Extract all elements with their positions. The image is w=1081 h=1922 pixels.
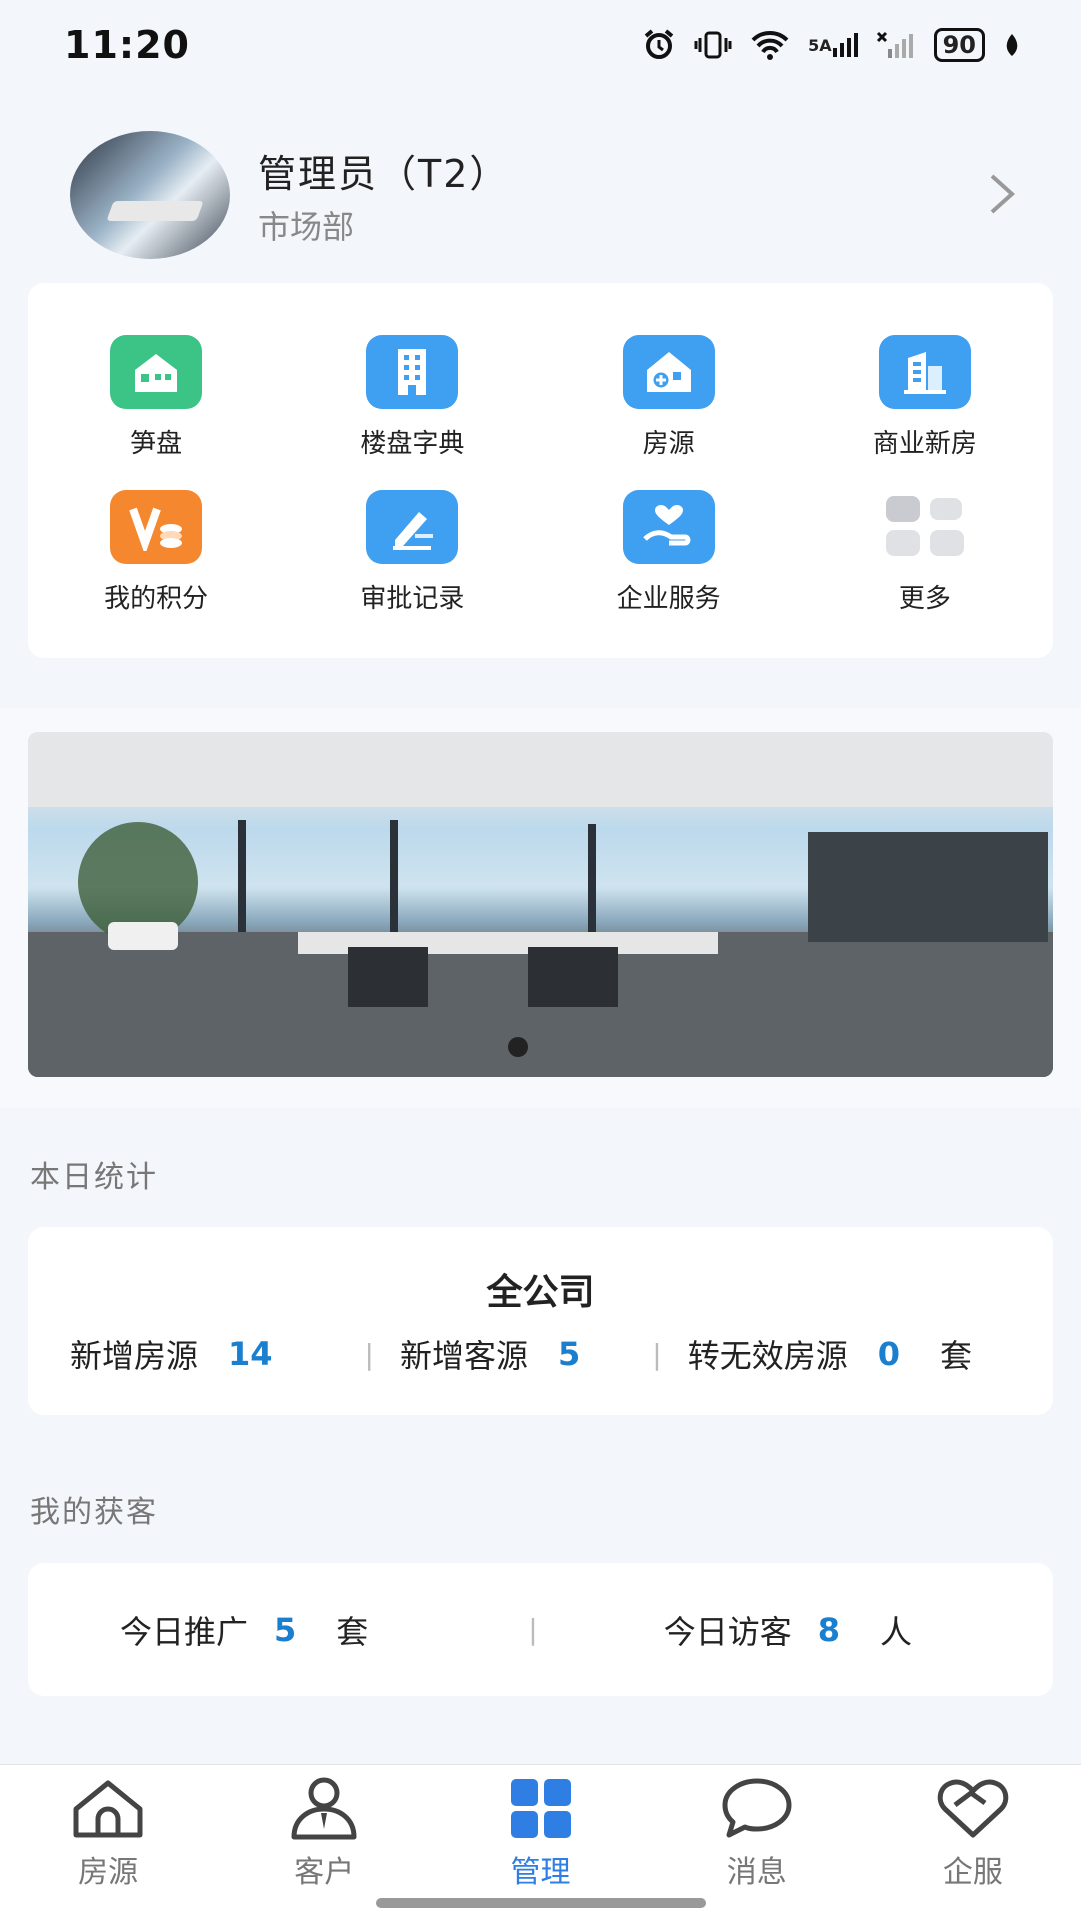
- status-bar: 11:20 5A 90: [0, 0, 1081, 90]
- stat-label: 新增房源: [70, 1337, 199, 1375]
- lead-label: 今日推广: [120, 1612, 249, 1651]
- home-indicator[interactable]: [376, 1898, 706, 1908]
- tab-enterprise-service[interactable]: 企服: [865, 1765, 1081, 1922]
- signal-5a-icon: 5A: [808, 32, 858, 58]
- network-label: 5A: [808, 35, 832, 55]
- stat-unit: 套: [939, 1337, 972, 1375]
- menu-label: 房源: [642, 429, 695, 459]
- profile-department: 市场部: [258, 207, 355, 246]
- menu-item-building-dictionary[interactable]: 楼盘字典: [284, 335, 540, 460]
- building-icon: [366, 335, 459, 409]
- tab-label: 管理: [510, 1855, 571, 1890]
- tab-label: 房源: [78, 1855, 139, 1890]
- stat-value: 0: [877, 1335, 900, 1373]
- divider: |: [364, 1337, 374, 1371]
- tab-label: 企服: [942, 1855, 1003, 1890]
- handshake-heart-icon: [933, 1775, 1013, 1845]
- edit-record-icon: [366, 490, 459, 564]
- status-time: 11:20: [64, 23, 190, 67]
- hand-heart-icon: [622, 490, 715, 564]
- lead-value: 5: [274, 1610, 297, 1649]
- my-leads-card: 今日推广 5 套 | 今日访客 8 人: [28, 1563, 1053, 1696]
- signal-weak-icon: [876, 31, 916, 59]
- menu-label: 笋盘: [130, 429, 183, 459]
- my-leads-title: 我的获客: [30, 1495, 158, 1530]
- lead-unit: 人: [880, 1612, 913, 1651]
- avatar[interactable]: [70, 131, 230, 259]
- tab-label: 消息: [726, 1855, 787, 1890]
- stat-label: 新增客源: [399, 1337, 528, 1375]
- menu-item-approval-records[interactable]: 审批记录: [284, 490, 540, 615]
- grid-icon: [501, 1775, 581, 1845]
- lead-label: 今日访客: [663, 1612, 792, 1651]
- status-icons: 5A 90: [642, 28, 1021, 62]
- battery-indicator: 90: [933, 28, 985, 62]
- home-icon: [68, 1775, 148, 1845]
- wifi-icon: [750, 30, 790, 60]
- alarm-icon: [642, 28, 676, 62]
- house-icon: [110, 335, 203, 409]
- commercial-building-icon: [878, 335, 971, 409]
- banner-image[interactable]: [28, 732, 1053, 1077]
- divider: |: [528, 1613, 538, 1646]
- daily-stats-title: 本日统计: [30, 1160, 158, 1195]
- stat-label: 转无效房源: [687, 1337, 848, 1375]
- points-icon: [110, 490, 203, 564]
- menu-label: 企业服务: [616, 584, 721, 614]
- profile-name: 管理员（T2）: [258, 151, 510, 196]
- menu-label: 我的积分: [104, 584, 209, 614]
- leaf-icon: [1003, 32, 1021, 58]
- quick-menu-card: 笋盘 楼盘字典 房源 商业新房 我的积分 审批记录 企业服务 更多: [28, 283, 1053, 658]
- menu-label: 楼盘字典: [360, 429, 465, 459]
- tab-listings[interactable]: 房源: [0, 1765, 216, 1922]
- menu-label: 审批记录: [360, 584, 465, 614]
- menu-item-sunpan[interactable]: 笋盘: [28, 335, 284, 460]
- menu-label: 更多: [898, 584, 951, 614]
- menu-item-enterprise-services[interactable]: 企业服务: [541, 490, 797, 615]
- person-icon: [284, 1775, 364, 1845]
- menu-item-my-points[interactable]: 我的积分: [28, 490, 284, 615]
- chat-bubble-icon: [717, 1775, 797, 1845]
- lead-unit: 套: [336, 1612, 369, 1651]
- stat-value: 14: [228, 1335, 273, 1373]
- profile-header[interactable]: 管理员（T2） 市场部: [70, 130, 1020, 260]
- chevron-right-icon[interactable]: [986, 170, 1020, 222]
- stats-scope: 全公司: [486, 1272, 595, 1313]
- lead-value: 8: [817, 1610, 841, 1649]
- stat-value: 5: [558, 1335, 581, 1373]
- menu-item-listings[interactable]: 房源: [541, 335, 797, 460]
- more-grid-icon: [879, 490, 971, 564]
- daily-stats-card: 全公司 新增房源 14 | 新增客源 5 | 转无效房源 0 套: [28, 1227, 1053, 1415]
- tab-label: 客户: [294, 1855, 355, 1890]
- vibrate-icon: [694, 30, 732, 60]
- menu-label: 商业新房: [872, 429, 977, 459]
- menu-item-commercial-new[interactable]: 商业新房: [797, 335, 1053, 460]
- house-add-icon: [622, 335, 715, 409]
- divider: |: [652, 1337, 662, 1371]
- carousel-indicator: [508, 1037, 528, 1057]
- menu-item-more[interactable]: 更多: [797, 490, 1053, 615]
